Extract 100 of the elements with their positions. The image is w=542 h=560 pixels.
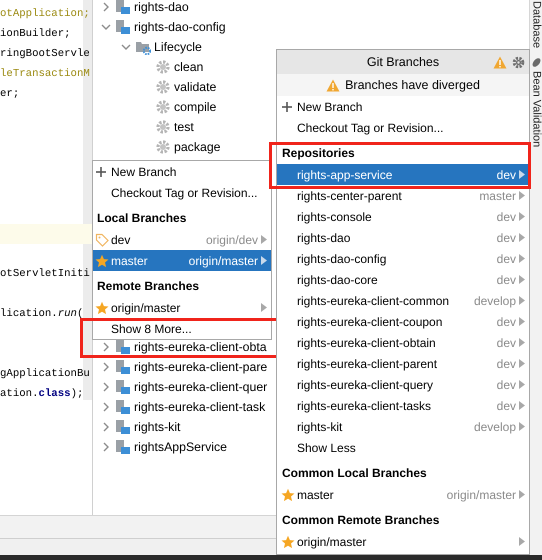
- repository-item[interactable]: rights-eureka-client-common develop: [277, 290, 529, 311]
- chevron-right-icon[interactable]: [101, 442, 111, 452]
- branch-item[interactable]: origin/master: [93, 297, 271, 318]
- chevron-down-icon[interactable]: [121, 42, 131, 52]
- chevron-right-icon[interactable]: [101, 422, 111, 432]
- caret-icon: [519, 338, 525, 347]
- repository-item[interactable]: rights-center-parent master: [277, 185, 529, 206]
- gear-icon: [155, 59, 171, 75]
- section-header: Local Branches: [96, 210, 188, 227]
- tracking-branch: dev: [496, 398, 516, 412]
- warning-icon: [493, 56, 507, 69]
- tree-item[interactable]: rights-eureka-client-task: [134, 400, 266, 414]
- bean-icon[interactable]: [530, 57, 542, 68]
- tracking-branch: origin/master: [446, 488, 516, 502]
- caret-icon: [261, 303, 267, 312]
- tree-item[interactable]: rights-kit: [134, 420, 180, 434]
- tracking-branch: dev: [496, 356, 516, 370]
- chevron-right-icon[interactable]: [101, 362, 111, 372]
- repository-item[interactable]: rights-dao-core dev: [277, 269, 529, 290]
- tracking-branch: dev: [496, 378, 516, 392]
- caret-icon: [519, 317, 525, 326]
- code-line: gApplicationBu: [0, 368, 90, 380]
- tracking-branch: master: [479, 188, 516, 202]
- tree-item[interactable]: compile: [174, 100, 216, 114]
- chevron-right-icon[interactable]: [101, 382, 111, 392]
- tree-item[interactable]: Lifecycle: [154, 40, 202, 54]
- folder-gear-icon: [135, 39, 151, 55]
- tracking-branch: develop: [474, 420, 516, 434]
- module-icon: [115, 359, 131, 375]
- tree-item[interactable]: test: [174, 120, 194, 134]
- menu-item[interactable]: Show Less: [277, 437, 529, 458]
- tracking-branch: dev: [496, 230, 516, 244]
- caret-icon: [519, 380, 525, 389]
- tracking-branch: dev: [496, 168, 516, 182]
- section-header: Common Remote Branches: [281, 512, 440, 529]
- caret-icon: [519, 359, 525, 368]
- section-header: Repositories: [281, 145, 356, 162]
- section-header: Remote Branches: [96, 278, 200, 295]
- popup-title: Git Branches: [366, 55, 440, 69]
- menu-item[interactable]: Checkout Tag or Revision...: [93, 182, 271, 203]
- branch-item[interactable]: master origin/master: [277, 484, 529, 505]
- gear-icon: [155, 139, 171, 155]
- repository-item[interactable]: rights-kit develop: [277, 416, 529, 437]
- tracking-branch: dev: [496, 210, 516, 224]
- code-line: lication.run(: [0, 308, 84, 320]
- repository-item[interactable]: rights-console dev: [277, 206, 529, 227]
- tree-item[interactable]: rights-eureka-client-obta: [134, 340, 267, 354]
- code-line: ation.class);: [0, 388, 84, 400]
- menu-item[interactable]: Show 8 More...: [93, 318, 271, 339]
- branch-item[interactable]: dev origin/dev: [93, 229, 271, 250]
- tree-item[interactable]: rights-dao: [134, 0, 189, 14]
- gear-icon: [155, 99, 171, 115]
- branch-item[interactable]: origin/master: [277, 531, 529, 552]
- caret-icon: [519, 233, 525, 242]
- caret-icon: [519, 401, 525, 410]
- tree-item[interactable]: rights-eureka-client-quer: [134, 380, 268, 394]
- tree-item[interactable]: validate: [174, 80, 216, 94]
- tracking-branch: dev: [496, 252, 516, 266]
- caret-icon: [261, 235, 267, 244]
- gear-icon: [155, 119, 171, 135]
- tracking-branch: origin/dev: [206, 232, 258, 246]
- tree-item[interactable]: package: [174, 140, 220, 154]
- chevron-right-icon[interactable]: [101, 402, 111, 412]
- repository-item[interactable]: rights-eureka-client-coupon dev: [277, 311, 529, 332]
- chevron-down-icon[interactable]: [101, 22, 111, 32]
- menu-item[interactable]: New Branch: [93, 161, 271, 182]
- chevron-right-icon[interactable]: [101, 342, 111, 352]
- star-icon: [95, 300, 109, 314]
- chevron-right-icon[interactable]: [101, 2, 111, 12]
- repository-item[interactable]: rights-eureka-client-query dev: [277, 374, 529, 395]
- diverged-notice: Branches have diverged: [345, 78, 480, 92]
- tracking-branch: dev: [496, 272, 516, 286]
- menu-item[interactable]: Checkout Tag or Revision...: [277, 117, 529, 138]
- menu-item[interactable]: New Branch: [277, 96, 529, 117]
- repository-item[interactable]: rights-app-service dev: [277, 164, 529, 185]
- caret-icon: [519, 191, 525, 200]
- star-icon: [281, 534, 295, 548]
- caret-icon: [519, 170, 525, 179]
- tracking-branch: develop: [474, 294, 516, 308]
- repository-item[interactable]: rights-dao dev: [277, 227, 529, 248]
- settings-icon[interactable]: [512, 56, 525, 69]
- branch-item[interactable]: master origin/master: [93, 250, 271, 271]
- repository-item[interactable]: rights-dao-config dev: [277, 248, 529, 269]
- caret-icon: [519, 537, 525, 546]
- tree-item[interactable]: rightsAppService: [134, 440, 227, 454]
- code-line: er;: [0, 88, 20, 100]
- tag-icon: [95, 232, 109, 246]
- code-line: leTransactionM: [0, 68, 90, 80]
- star-icon: [281, 488, 295, 502]
- repository-item[interactable]: rights-eureka-client-parent dev: [277, 353, 529, 374]
- module-icon: [115, 439, 131, 455]
- tree-item[interactable]: clean: [174, 60, 204, 74]
- module-icon: [115, 419, 131, 435]
- plus-icon: [95, 166, 107, 178]
- repository-item[interactable]: rights-eureka-client-obtain dev: [277, 332, 529, 353]
- code-line: ringBootServle: [0, 48, 90, 60]
- tree-item[interactable]: rights-dao-config: [134, 20, 226, 34]
- tree-item[interactable]: rights-eureka-client-pare: [134, 360, 268, 374]
- repository-item[interactable]: rights-eureka-client-tasks dev: [277, 395, 529, 416]
- caret-icon: [519, 490, 525, 499]
